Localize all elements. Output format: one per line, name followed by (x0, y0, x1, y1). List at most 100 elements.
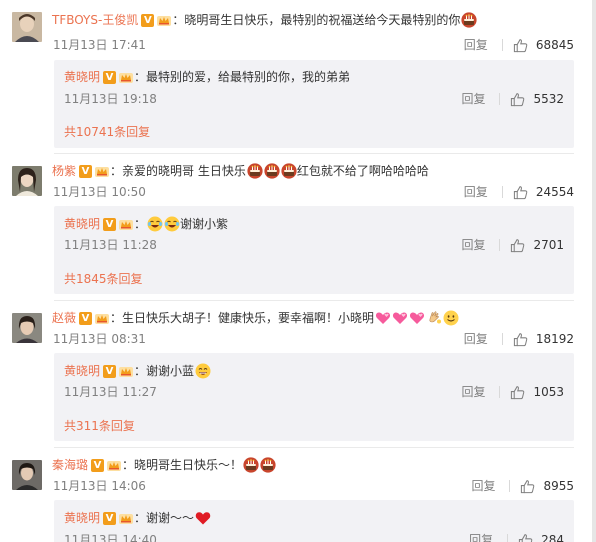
verified-badge: V (103, 511, 117, 525)
reply-author[interactable]: 黄晓明 (64, 215, 100, 233)
crown-icon (118, 364, 134, 378)
avatar[interactable] (12, 460, 42, 490)
crown-icon (94, 311, 110, 325)
thumbs-up-icon[interactable] (513, 38, 528, 53)
like-count: 24554 (535, 185, 574, 199)
verified-badge: V (141, 13, 155, 27)
crown-icon (94, 164, 110, 178)
like-count: 68845 (535, 38, 574, 52)
reply-time: 11月13日 11:27 (64, 385, 157, 399)
grin-icon (195, 363, 211, 379)
reply-text: ：谢谢～～ (134, 511, 195, 525)
thumbs-up-icon[interactable] (520, 479, 535, 494)
comment-author[interactable]: 秦海璐 (52, 456, 88, 474)
reply-time: 11月13日 14:40 (64, 533, 157, 542)
reply-box: 黄晓明 V ： 谢谢小紫 11月13日 11:28 回复 2701 共1845条… (54, 206, 574, 294)
comment-time: 11月13日 08:31 (53, 332, 146, 346)
thumbs-up-icon[interactable] (513, 332, 528, 347)
avatar[interactable] (12, 313, 42, 343)
avatar[interactable] (12, 12, 42, 42)
verified-badge: V (79, 164, 93, 178)
comment-author[interactable]: 赵薇 (52, 309, 76, 327)
reply-text: ：最特别的爱，给最特别的你，我的弟弟 (134, 70, 351, 84)
reply-box: 黄晓明 V ：谢谢小蓝 11月13日 11:27 回复 1053 共311条回复 (54, 353, 574, 441)
avatar[interactable] (12, 166, 42, 196)
thumbs-up-icon[interactable] (518, 533, 533, 542)
verified-badge: V (103, 364, 117, 378)
smile-icon (443, 310, 459, 326)
thumbs-up-icon[interactable] (510, 92, 525, 107)
reply-button[interactable]: 回复 (464, 36, 488, 54)
reply-time: 11月13日 19:18 (64, 92, 157, 106)
cake-icon (264, 163, 280, 179)
comment-text: ：亲爱的晓明哥 生日快乐 (110, 164, 246, 178)
verified-badge: V (103, 70, 117, 84)
view-all-replies-link[interactable]: 共10741条回复 (64, 123, 150, 140)
comment-author[interactable]: 杨紫 (52, 162, 76, 180)
red-heart-icon (195, 510, 211, 526)
reply-box: 黄晓明 V ：谢谢～～ 11月13日 14:40 回复 284 (54, 500, 574, 542)
separator (501, 39, 503, 51)
like-count: 284 (541, 533, 564, 542)
reply-author[interactable]: 黄晓明 (64, 362, 100, 380)
comment-time: 11月13日 14:06 (53, 479, 146, 493)
verified-badge: V (103, 217, 117, 231)
separator (499, 386, 501, 398)
comment-text: ：晓明哥生日快乐～！ (122, 458, 243, 472)
cake-icon (461, 12, 477, 28)
reply-time: 11月13日 11:28 (64, 238, 157, 252)
thumbs-up-icon[interactable] (513, 185, 528, 200)
reply-author[interactable]: 黄晓明 (64, 68, 100, 86)
crown-icon (106, 458, 122, 472)
pink-hearts-icon (375, 310, 391, 326)
reply-text: ： (134, 217, 147, 231)
cake-icon (247, 163, 263, 179)
like-count: 2701 (533, 238, 564, 252)
verified-badge: V (91, 458, 105, 472)
comment-text: ：晓明哥生日快乐，最特别的祝福送给今天最特别的你 (172, 13, 461, 27)
reply-button[interactable]: 回复 (464, 183, 488, 201)
like-count: 18192 (535, 332, 574, 346)
divider (54, 447, 574, 448)
reply-text-tail: 谢谢小紫 (180, 217, 229, 231)
crown-icon (118, 511, 134, 525)
view-all-replies-link[interactable]: 共1845条回复 (64, 270, 143, 287)
separator (509, 480, 511, 492)
scrollbar-track[interactable] (592, 0, 596, 542)
thumbs-up-icon[interactable] (510, 238, 525, 253)
pink-hearts-icon (409, 310, 425, 326)
thumbs-up-icon[interactable] (510, 385, 525, 400)
separator (501, 333, 503, 345)
like-count: 1053 (533, 385, 564, 399)
clapping-hands-icon (426, 310, 442, 326)
view-all-replies-link[interactable]: 共311条回复 (64, 417, 135, 434)
comment-author[interactable]: TFBOYS-王俊凯 (52, 11, 138, 29)
reply-button[interactable]: 回复 (471, 477, 495, 495)
crown-icon (118, 217, 134, 231)
separator (499, 93, 501, 105)
cake-icon (243, 457, 259, 473)
comment-text-tail: 红包就不给了啊哈哈哈哈 (296, 164, 429, 178)
comment-text: ：生日快乐大胡子！健康快乐，要幸福啊！小晓明 (110, 311, 375, 325)
reply-button[interactable]: 回复 (461, 383, 485, 401)
separator (499, 239, 501, 251)
divider (54, 300, 574, 301)
reply-button[interactable]: 回复 (461, 90, 485, 108)
cake-icon (281, 163, 297, 179)
reply-button[interactable]: 回复 (464, 330, 488, 348)
crown-icon (156, 13, 172, 27)
reply-button[interactable]: 回复 (461, 236, 485, 254)
comment-time: 11月13日 10:50 (53, 185, 146, 199)
laugh-tears-icon (164, 216, 180, 232)
reply-text: ：谢谢小蓝 (134, 364, 195, 378)
like-count: 8955 (543, 479, 574, 493)
reply-author[interactable]: 黄晓明 (64, 509, 100, 527)
comment-time: 11月13日 17:41 (53, 38, 146, 52)
crown-icon (118, 70, 134, 84)
divider (54, 153, 574, 154)
like-count: 5532 (533, 92, 564, 106)
separator (501, 186, 503, 198)
laugh-tears-icon (147, 216, 163, 232)
cake-icon (260, 457, 276, 473)
reply-button[interactable]: 回复 (469, 531, 493, 542)
